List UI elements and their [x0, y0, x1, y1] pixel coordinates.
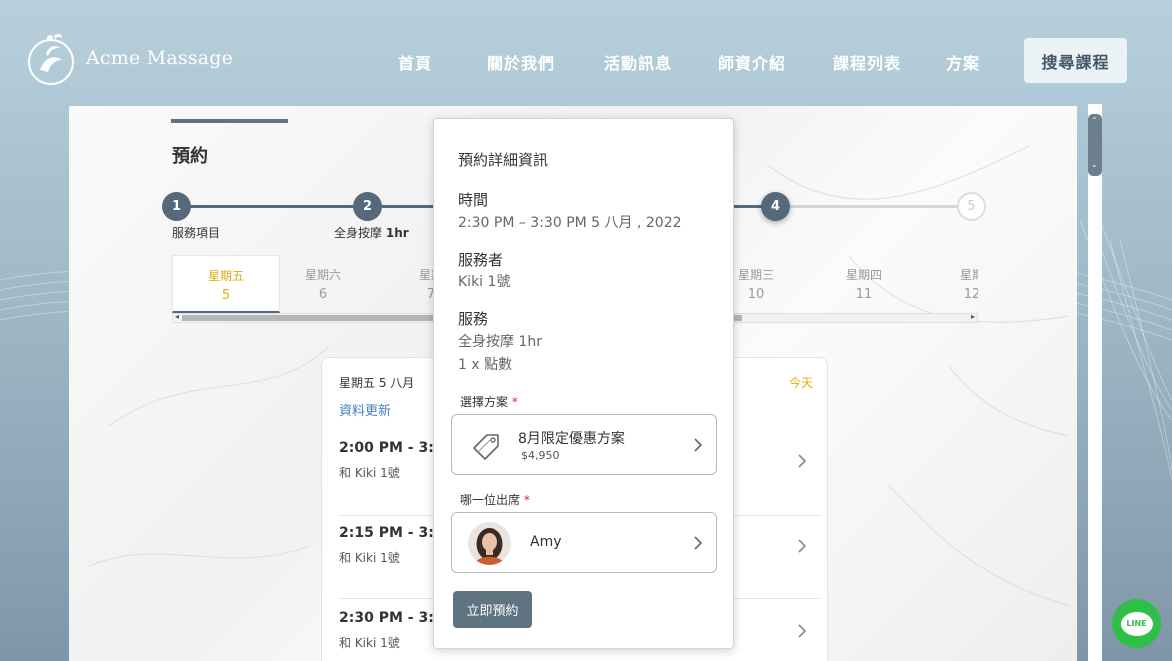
page-scrollbar[interactable]: ⌃ ⌄ — [1088, 104, 1102, 661]
service-heading: 服務 — [458, 310, 489, 328]
step-2-circle[interactable]: 2 — [353, 192, 382, 221]
attendee-select[interactable]: Amy — [451, 512, 717, 573]
today-badge: 今天 — [788, 376, 813, 390]
chevron-right-icon — [798, 539, 807, 553]
date-cell-selected[interactable]: 星期五 5 — [172, 255, 280, 313]
nav-item-courses[interactable]: 課程列表 — [833, 50, 901, 74]
booking-details-popup: 預約詳細資訊 時間 2:30 PM – 3:30 PM 5 八月 , 2022 … — [433, 118, 734, 649]
scroll-left-icon[interactable]: ◂ — [175, 312, 179, 321]
scroll-right-icon[interactable]: ▸ — [971, 312, 975, 321]
price-tag-icon — [473, 434, 499, 460]
slot-provider: 和 Kiki 1號 — [339, 636, 400, 650]
scroll-down-icon[interactable]: ⌄ — [1091, 160, 1098, 169]
date-day: 6 — [318, 287, 328, 302]
service-quantity: 1 x 點數 — [458, 357, 513, 373]
scroll-up-icon[interactable]: ⌃ — [1091, 116, 1098, 125]
line-chat-button[interactable]: LINE — [1112, 599, 1161, 648]
site-header: Acme Massage 首頁 關於我們 活動訊息 師資介紹 課程列表 方案 搜… — [0, 0, 1172, 105]
nav-item-events[interactable]: 活動訊息 — [604, 50, 672, 74]
date-cell[interactable]: 星期四 11 — [810, 255, 918, 313]
nav-item-teachers[interactable]: 師資介紹 — [718, 50, 786, 74]
chevron-right-icon — [694, 536, 703, 550]
plan-label-text: 選擇方案 — [460, 395, 509, 409]
line-icon: LINE — [1120, 611, 1153, 636]
slot-provider: 和 Kiki 1號 — [339, 551, 400, 565]
nav-item-about[interactable]: 關於我們 — [487, 50, 555, 74]
step-4-circle[interactable]: 4 — [761, 192, 790, 221]
plan-label: 選擇方案 * — [460, 393, 518, 410]
date-dow: 星期六 — [304, 268, 341, 282]
date-dow: 星期 — [959, 268, 978, 282]
date-dow: 星期四 — [845, 268, 882, 282]
step-2-label-service: 全身按摩 — [334, 226, 383, 240]
step-line-completed — [186, 205, 456, 208]
plan-select[interactable]: 8月限定優惠方案 $4,950 — [451, 414, 717, 475]
plan-price: $4,950 — [521, 449, 560, 462]
nav-item-plans[interactable]: 方案 — [946, 50, 980, 74]
book-now-button[interactable]: 立即預約 — [453, 591, 532, 628]
chevron-right-icon — [798, 454, 807, 468]
tab-indicator — [171, 119, 288, 123]
step-1-label: 服務項目 — [172, 226, 221, 240]
date-day: 5 — [221, 288, 231, 303]
provider-heading: 服務者 — [458, 251, 504, 269]
provider-value: Kiki 1號 — [458, 274, 511, 290]
date-dow: 星期五 — [207, 269, 244, 283]
nav-item-home[interactable]: 首頁 — [398, 50, 432, 74]
main-nav: 首頁 關於我們 活動訊息 師資介紹 課程列表 方案 — [0, 50, 1000, 74]
date-day: 12 — [963, 287, 978, 302]
time-value: 2:30 PM – 3:30 PM 5 八月 , 2022 — [458, 215, 682, 231]
service-value: 全身按摩 1hr — [458, 334, 542, 350]
plan-name: 8月限定優惠方案 — [518, 431, 625, 447]
time-heading: 時間 — [458, 191, 489, 209]
date-cell[interactable]: 星期六 6 — [269, 255, 377, 313]
chevron-right-icon — [798, 624, 807, 638]
page-title: 預約 — [172, 146, 208, 167]
step-2-label-duration: 1hr — [385, 226, 409, 240]
refresh-link[interactable]: 資料更新 — [339, 400, 391, 419]
step-1-circle[interactable]: 1 — [162, 192, 191, 221]
schedule-date: 星期五 5 八月 — [339, 376, 415, 390]
avatar — [468, 522, 511, 565]
attendee-name: Amy — [530, 534, 562, 550]
required-marker: * — [511, 395, 518, 409]
avatar-image — [468, 522, 511, 565]
date-cell[interactable]: 星期 12 — [918, 255, 978, 313]
step-line-pending — [790, 205, 965, 208]
popup-title: 預約詳細資訊 — [458, 151, 549, 169]
chevron-right-icon — [694, 438, 703, 452]
attendee-label: 哪一位出席 * — [460, 491, 530, 508]
required-marker: * — [523, 493, 530, 507]
step-2-label: 全身按摩 1hr — [334, 224, 409, 241]
slot-provider: 和 Kiki 1號 — [339, 466, 400, 480]
step-5-circle[interactable]: 5 — [957, 192, 986, 221]
attendee-label-text: 哪一位出席 — [460, 493, 521, 507]
search-courses-button[interactable]: 搜尋課程 — [1024, 38, 1127, 83]
date-day: 11 — [855, 287, 873, 302]
